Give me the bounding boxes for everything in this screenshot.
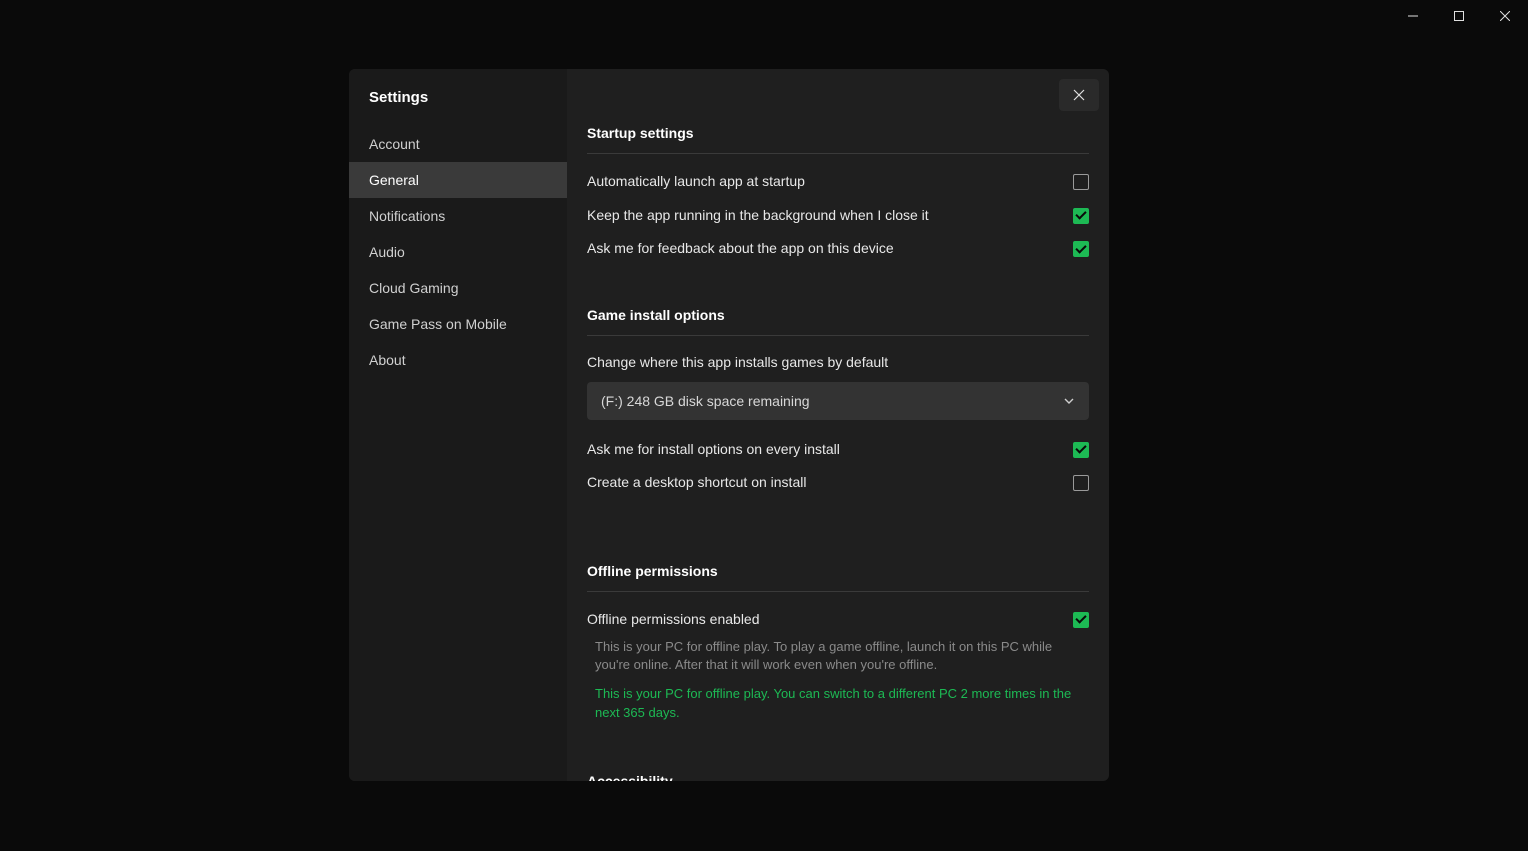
section-title-accessibility: Accessibility [587, 773, 1089, 781]
install-location-label: Change where this app installs games by … [587, 354, 1089, 370]
sidebar-item-label: Game Pass on Mobile [369, 316, 507, 332]
settings-title: Settings [349, 89, 567, 126]
setting-row-desktop-shortcut: Create a desktop shortcut on install [587, 473, 1089, 493]
setting-row-feedback: Ask me for feedback about the app on thi… [587, 239, 1089, 259]
setting-label: Ask me for feedback about the app on thi… [587, 239, 894, 259]
setting-label: Keep the app running in the background w… [587, 206, 929, 226]
close-icon [1073, 89, 1085, 101]
sidebar-item-label: Cloud Gaming [369, 280, 459, 296]
offline-description: This is your PC for offline play. To pla… [587, 638, 1089, 676]
setting-row-keep-running: Keep the app running in the background w… [587, 206, 1089, 226]
setting-label: Create a desktop shortcut on install [587, 473, 806, 493]
section-title-install: Game install options [587, 307, 1089, 323]
sidebar-item-label: Account [369, 136, 420, 152]
settings-content[interactable]: Startup settings Automatically launch ap… [567, 69, 1109, 781]
window-titlebar [1390, 0, 1528, 32]
setting-label: Automatically launch app at startup [587, 172, 805, 192]
setting-row-ask-install: Ask me for install options on every inst… [587, 440, 1089, 460]
section-title-offline: Offline permissions [587, 563, 1089, 579]
checkbox-feedback[interactable] [1073, 241, 1089, 257]
window-maximize-button[interactable] [1436, 0, 1482, 32]
setting-row-offline-enabled: Offline permissions enabled [587, 610, 1089, 630]
setting-row-auto-launch: Automatically launch app at startup [587, 172, 1089, 192]
sidebar-item-about[interactable]: About [349, 342, 567, 378]
checkbox-keep-running[interactable] [1073, 208, 1089, 224]
divider [587, 335, 1089, 336]
sidebar-item-game-pass-mobile[interactable]: Game Pass on Mobile [349, 306, 567, 342]
sidebar-item-notifications[interactable]: Notifications [349, 198, 567, 234]
checkbox-desktop-shortcut[interactable] [1073, 475, 1089, 491]
dropdown-value: (F:) 248 GB disk space remaining [601, 393, 810, 409]
divider [587, 591, 1089, 592]
maximize-icon [1454, 11, 1464, 21]
setting-label: Ask me for install options on every inst… [587, 440, 840, 460]
settings-content-wrap: Startup settings Automatically launch ap… [567, 69, 1109, 781]
sidebar-item-label: About [369, 352, 406, 368]
settings-modal: Settings Account General Notifications A… [349, 69, 1109, 781]
setting-label: Offline permissions enabled [587, 610, 760, 630]
checkbox-ask-install[interactable] [1073, 442, 1089, 458]
minimize-icon [1408, 11, 1418, 21]
sidebar-item-audio[interactable]: Audio [349, 234, 567, 270]
sidebar-item-label: General [369, 172, 419, 188]
sidebar-item-label: Notifications [369, 208, 445, 224]
sidebar-item-label: Audio [369, 244, 405, 260]
modal-close-button[interactable] [1059, 79, 1099, 111]
sidebar-item-account[interactable]: Account [349, 126, 567, 162]
sidebar-item-cloud-gaming[interactable]: Cloud Gaming [349, 270, 567, 306]
offline-status: This is your PC for offline play. You ca… [587, 685, 1089, 723]
sidebar-item-general[interactable]: General [349, 162, 567, 198]
checkbox-auto-launch[interactable] [1073, 174, 1089, 190]
install-location-dropdown[interactable]: (F:) 248 GB disk space remaining [587, 382, 1089, 420]
close-icon [1500, 11, 1510, 21]
divider [587, 153, 1089, 154]
checkbox-offline-enabled[interactable] [1073, 612, 1089, 628]
window-minimize-button[interactable] [1390, 0, 1436, 32]
chevron-down-icon [1063, 395, 1075, 407]
window-close-button[interactable] [1482, 0, 1528, 32]
settings-sidebar: Settings Account General Notifications A… [349, 69, 567, 781]
section-title-startup: Startup settings [587, 125, 1089, 141]
